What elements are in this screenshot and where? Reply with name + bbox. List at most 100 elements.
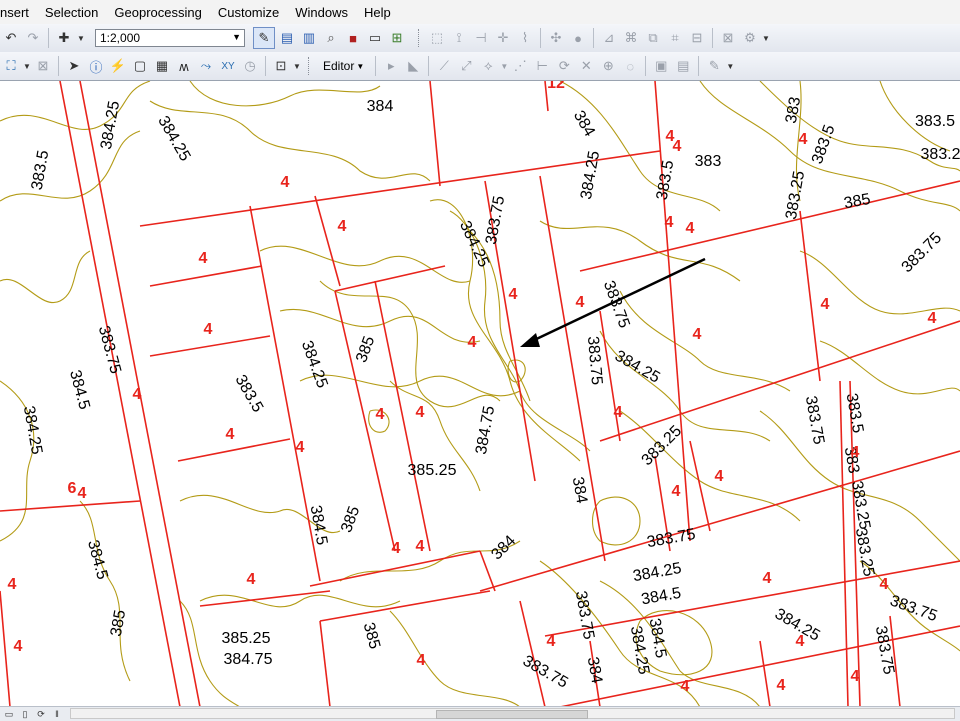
add-data-dropdown-icon[interactable]: ▼	[76, 28, 86, 48]
pause-icon[interactable]: ‖	[50, 708, 64, 720]
topology-icon[interactable]: ⊿	[599, 28, 619, 48]
table-of-contents-icon[interactable]: ▤	[277, 28, 297, 48]
create-features-icon[interactable]: ▤	[673, 56, 693, 76]
arctoolbox-icon[interactable]: ■	[343, 28, 363, 48]
time-slider-icon[interactable]: ◷	[240, 56, 260, 76]
cut-polygon-icon[interactable]: ⋰	[510, 56, 530, 76]
split-tool-icon[interactable]: ⊣	[471, 28, 491, 48]
reshape-tool-icon[interactable]: ⌇	[515, 28, 535, 48]
toolbar-separator	[265, 56, 266, 76]
split-line-icon[interactable]: ⊢	[532, 56, 552, 76]
find-icon[interactable]: ʍ	[174, 56, 194, 76]
straight-segment-icon[interactable]: ⟋	[434, 56, 454, 76]
contour-line	[389, 610, 521, 707]
globe-icon[interactable]: ●	[568, 28, 588, 48]
network-icon[interactable]: ⌗	[665, 28, 685, 48]
measure-icon[interactable]: ▦	[152, 56, 172, 76]
layout-icon[interactable]: ⊠	[718, 28, 738, 48]
move-tool-icon[interactable]: ✛	[493, 28, 513, 48]
contour-label: 383.75	[572, 590, 597, 641]
trace-icon[interactable]: ⤢	[456, 56, 476, 76]
point-icon[interactable]: ⟡	[478, 56, 498, 76]
add-data-icon[interactable]: ✚	[54, 28, 74, 48]
contour-label: 383.25	[639, 422, 686, 469]
parcel-line	[319, 620, 331, 707]
snapping-icon[interactable]: ✣	[546, 28, 566, 48]
map-scale-combobox[interactable]: 1:2,000 ▼	[95, 29, 245, 47]
menu-help[interactable]: Help	[364, 5, 399, 20]
menu-customize[interactable]: Customize	[218, 5, 287, 20]
parcel-label: 4	[509, 286, 518, 303]
edit-annotation-icon[interactable]: ▸	[381, 56, 401, 76]
attribute-table-icon[interactable]: ▣	[651, 56, 671, 76]
editor-toolbar-icon[interactable]: ✎	[253, 27, 275, 49]
parcel-label: 4	[672, 483, 681, 500]
identify-icon[interactable]: ⓘ	[86, 56, 106, 76]
menu-insert[interactable]: nsert	[0, 5, 37, 20]
vertex-tool-icon[interactable]: ⟟	[449, 28, 469, 48]
contour-label: 383	[695, 153, 722, 170]
go-to-xy-icon[interactable]: XY	[218, 56, 238, 76]
rotate-icon[interactable]: ⟳	[554, 56, 574, 76]
catalog-icon[interactable]: ▥	[299, 28, 319, 48]
editor-menu[interactable]: Editor ▼	[316, 58, 371, 74]
georeference-icon[interactable]: ⛶	[1, 56, 21, 76]
sketch-properties-icon[interactable]: ⊕	[598, 56, 618, 76]
menu-geoprocessing[interactable]: Geoprocessing	[114, 5, 209, 20]
map-display[interactable]: 384.25 384.25 383.5 384 384 384.25 383.5 383 383…	[0, 80, 960, 707]
reshape-feature-icon[interactable]: ◌	[620, 56, 640, 76]
parcel-label: 4	[133, 386, 142, 403]
edit-vertices-icon[interactable]: ◣	[403, 56, 423, 76]
cogo-icon[interactable]: ⌘	[621, 28, 641, 48]
data-view-icon[interactable]: ▭	[2, 708, 16, 720]
editor-dropdown-icon: ▼	[356, 61, 365, 71]
contour-label: 384.25	[298, 339, 331, 391]
parcel-label: 4	[296, 439, 305, 456]
menu-windows[interactable]: Windows	[295, 5, 356, 20]
georeference-dropdown-icon[interactable]: ▼	[23, 56, 31, 76]
parcel-label: 4	[614, 404, 623, 421]
undo-icon[interactable]: ↶	[1, 28, 21, 48]
select-elements-icon[interactable]: ➤	[64, 56, 84, 76]
toolbar-options-icon[interactable]: ▼	[726, 56, 734, 76]
grid-icon[interactable]: ⊟	[687, 28, 707, 48]
toolbar-grip[interactable]	[418, 29, 423, 47]
hyperlink-icon[interactable]: ⚡	[108, 56, 128, 76]
contour-line	[199, 594, 401, 608]
parcel-label: 4	[416, 538, 425, 555]
refresh-icon[interactable]: ⟳	[34, 708, 48, 720]
viewer-dropdown-icon[interactable]: ▼	[293, 56, 301, 76]
find-route-icon[interactable]: ⤳	[196, 56, 216, 76]
search-icon[interactable]: ⌕	[321, 28, 341, 48]
create-viewer-icon[interactable]: ⊡	[271, 56, 291, 76]
python-icon[interactable]: ▭	[365, 28, 385, 48]
edit-tool-icon[interactable]: ⬚	[427, 28, 447, 48]
contour-label: 384	[367, 98, 394, 115]
model-builder-icon[interactable]: ⊞	[387, 28, 407, 48]
contour-label: 383.5	[809, 123, 839, 167]
toolbar-separator	[593, 28, 594, 48]
scale-dropdown-icon[interactable]: ▼	[232, 32, 241, 42]
layout-view-icon[interactable]: ▯	[18, 708, 32, 720]
html-popup-icon[interactable]: ▢	[130, 56, 150, 76]
toolbar-options-icon[interactable]: ▼	[762, 28, 770, 48]
map-canvas[interactable]: 384.25 384.25383.5384384384.25 383.5 383 383…	[0, 81, 960, 707]
parcel-label: 4	[281, 174, 290, 191]
toolbar-grip[interactable]	[308, 57, 313, 75]
clear-selection-icon[interactable]: ⊠	[33, 56, 53, 76]
settings-icon[interactable]: ⚙	[740, 28, 760, 48]
attributes-icon[interactable]: ✕	[576, 56, 596, 76]
redo-icon[interactable]: ↷	[23, 28, 43, 48]
parcel-label: 4	[796, 633, 805, 650]
point-dropdown-icon[interactable]: ▼	[500, 56, 508, 76]
horizontal-scrollbar[interactable]	[70, 708, 955, 719]
parcel-line	[689, 440, 711, 532]
menu-selection[interactable]: Selection	[45, 5, 106, 20]
parcel-line	[839, 380, 849, 707]
toolbar-separator	[428, 56, 430, 76]
edit-notes-icon[interactable]: ✎	[704, 56, 724, 76]
parcel-icon[interactable]: ⧉	[643, 28, 663, 48]
parcel-label: 6	[68, 480, 77, 497]
scrollbar-thumb[interactable]	[436, 710, 588, 719]
parcel-label: 4	[392, 540, 401, 557]
